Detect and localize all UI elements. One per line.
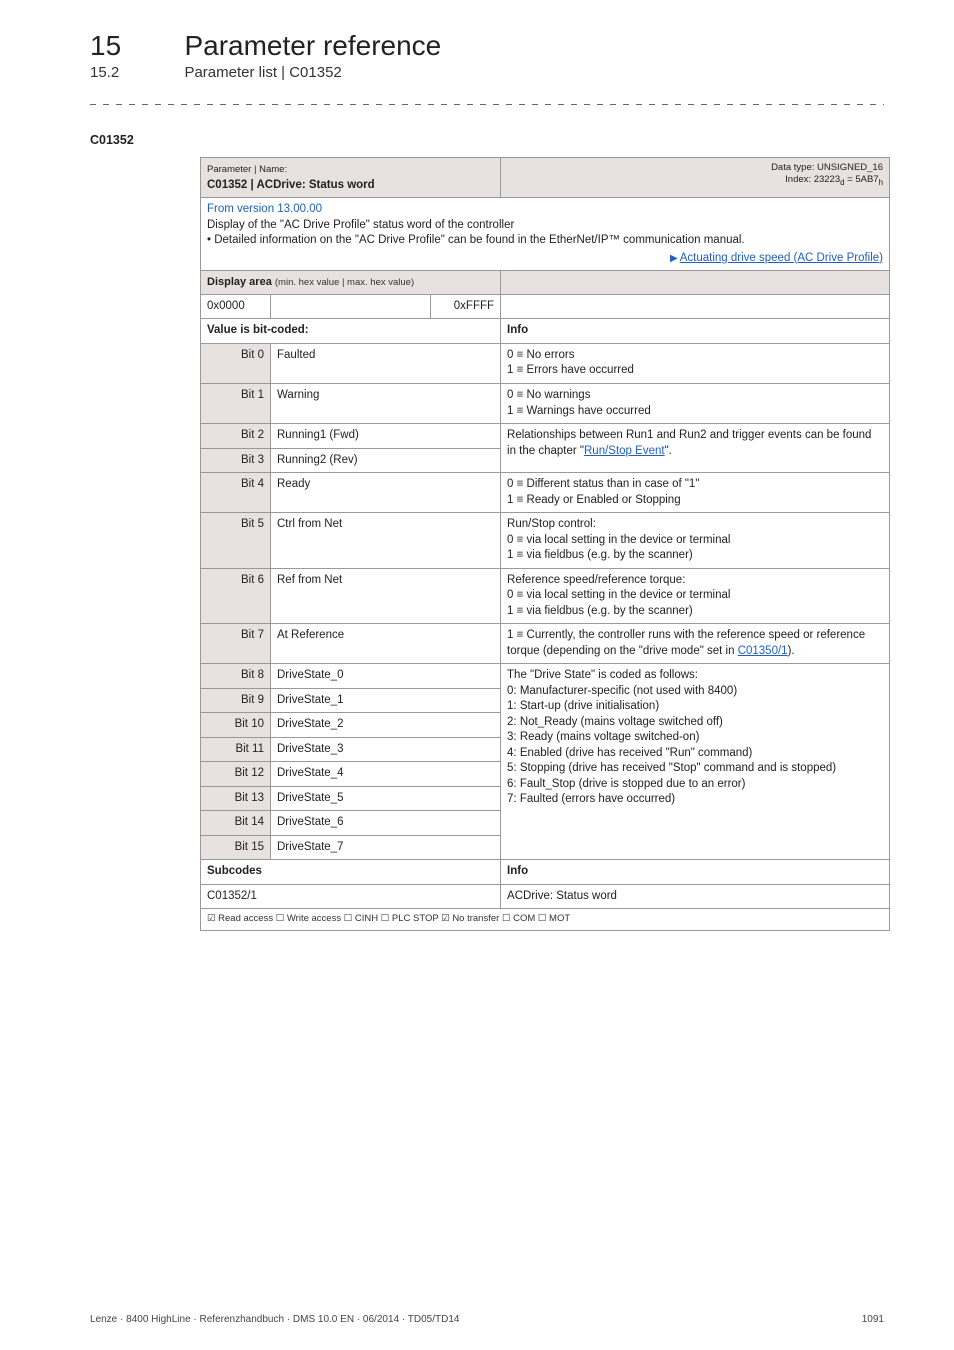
bit-info: 1 ≡ Currently, the controller runs with … (501, 624, 890, 664)
access-flags: ☑ Read access ☐ Write access ☐ CINH ☐ PL… (201, 909, 890, 931)
data-type: Data type: UNSIGNED_16 (771, 162, 883, 173)
bit-number: Bit 11 (201, 737, 271, 762)
bit-number: Bit 7 (201, 624, 271, 664)
display-area-label: Display area (min. hex value | max. hex … (201, 271, 501, 295)
bit-number: Bit 0 (201, 343, 271, 383)
chapter-number: 15 (90, 30, 180, 62)
bit-row: Bit 6 Ref from Net Reference speed/refer… (201, 568, 890, 624)
drive-state-info: The "Drive State" is coded as follows: 0… (501, 664, 890, 860)
subcodes-info-label: Info (501, 860, 890, 885)
bit-row: Bit 4 Ready 0 ≡ Different status than in… (201, 473, 890, 513)
subcodes-label: Subcodes (201, 860, 501, 885)
subcode-id: C01352/1 (201, 884, 501, 909)
page-footer: Lenze · 8400 HighLine · Referenzhandbuch… (90, 1314, 884, 1325)
bit-name: DriveState_2 (271, 713, 501, 738)
section-number: 15.2 (90, 64, 180, 81)
bit-info: 0 ≡ No errors 1 ≡ Errors have occurred (501, 343, 890, 383)
index-value: Index: 23223d = 5AB7h (785, 174, 883, 185)
bit-info: Reference speed/reference torque: 0 ≡ vi… (501, 568, 890, 624)
display-area-values: 0x0000 0xFFFF (201, 294, 890, 319)
bit-info: 0 ≡ Different status than in case of "1"… (501, 473, 890, 513)
description-cell: From version 13.00.00 Display of the "AC… (201, 198, 890, 271)
desc-bullet: • Detailed information on the "AC Drive … (207, 234, 745, 246)
run-stop-event-link[interactable]: Run/Stop Event (584, 445, 665, 457)
bit-row: Bit 8 DriveState_0 The "Drive State" is … (201, 664, 890, 689)
from-version-link[interactable]: From version 13.00.00 (207, 203, 322, 215)
access-row: ☑ Read access ☐ Write access ☐ CINH ☐ PL… (201, 909, 890, 931)
display-area-empty (501, 271, 890, 295)
bit-info: Relationships between Run1 and Run2 and … (501, 424, 890, 473)
bit-info: 0 ≡ No warnings 1 ≡ Warnings have occurr… (501, 384, 890, 424)
bit-info: Run/Stop control: 0 ≡ via local setting … (501, 513, 890, 569)
bit-name: Ctrl from Net (271, 513, 501, 569)
bit-name: DriveState_0 (271, 664, 501, 689)
bit-number: Bit 2 (201, 424, 271, 449)
bit-name: Running1 (Fwd) (271, 424, 501, 449)
param-name: C01352 | ACDrive: Status word (207, 179, 375, 191)
bit-number: Bit 4 (201, 473, 271, 513)
parameter-table-wrap: Parameter | Name: C01352 | ACDrive: Stat… (200, 157, 890, 931)
display-area-header: Display area (min. hex value | max. hex … (201, 271, 890, 295)
table-title-row: Parameter | Name: C01352 | ACDrive: Stat… (201, 158, 890, 198)
bit-row: Bit 1 Warning 0 ≡ No warnings 1 ≡ Warnin… (201, 384, 890, 424)
bit-number: Bit 12 (201, 762, 271, 787)
subcodes-header: Subcodes Info (201, 860, 890, 885)
page: 15 Parameter reference 15.2 Parameter li… (0, 0, 954, 1350)
bit-number: Bit 14 (201, 811, 271, 836)
bit-name: Warning (271, 384, 501, 424)
bit-name: DriveState_6 (271, 811, 501, 836)
description-row: From version 13.00.00 Display of the "AC… (201, 198, 890, 271)
divider (90, 104, 884, 105)
bit-row: Bit 5 Ctrl from Net Run/Stop control: 0 … (201, 513, 890, 569)
bit-header-left: Value is bit-coded: (201, 319, 501, 344)
bit-name: Ready (271, 473, 501, 513)
bit-row: Bit 7 At Reference 1 ≡ Currently, the co… (201, 624, 890, 664)
bit-number: Bit 3 (201, 448, 271, 473)
desc-line-1: Display of the "AC Drive Profile" status… (207, 219, 514, 231)
bit-name: Running2 (Rev) (271, 448, 501, 473)
bit-row: Bit 2 Running1 (Fwd) Relationships betwe… (201, 424, 890, 449)
bit-name: DriveState_4 (271, 762, 501, 787)
param-name-label: Parameter | Name: (207, 164, 287, 175)
hex-max: 0xFFFF (431, 294, 501, 319)
bit-row: Bit 0 Faulted 0 ≡ No errors 1 ≡ Errors h… (201, 343, 890, 383)
chapter-title: Parameter reference (184, 30, 441, 62)
bit-name: DriveState_1 (271, 688, 501, 713)
bit-name: At Reference (271, 624, 501, 664)
ac-drive-profile-link[interactable]: Actuating drive speed (AC Drive Profile) (680, 252, 883, 264)
bit-number: Bit 1 (201, 384, 271, 424)
bit-name: DriveState_5 (271, 786, 501, 811)
bit-number: Bit 10 (201, 713, 271, 738)
footer-left: Lenze · 8400 HighLine · Referenzhandbuch… (90, 1314, 459, 1325)
section-line: 15.2 Parameter list | C01352 (90, 64, 884, 82)
bit-name: Faulted (271, 343, 501, 383)
footer-page-number: 1091 (862, 1314, 884, 1325)
parameter-id: C01352 (90, 133, 884, 147)
param-name-cell: Parameter | Name: C01352 | ACDrive: Stat… (201, 158, 501, 198)
hex-min: 0x0000 (201, 294, 271, 319)
bit-number: Bit 9 (201, 688, 271, 713)
bit-name: DriveState_3 (271, 737, 501, 762)
param-meta-cell: Data type: UNSIGNED_16 Index: 23223d = 5… (501, 158, 890, 198)
bit-number: Bit 15 (201, 835, 271, 860)
bit-header-right: Info (501, 319, 890, 344)
section-title: Parameter list | C01352 (184, 64, 341, 81)
hex-mid (271, 294, 431, 319)
bit-number: Bit 6 (201, 568, 271, 624)
bit-name: DriveState_7 (271, 835, 501, 860)
chapter-line: 15 Parameter reference (90, 30, 884, 62)
bit-number: Bit 8 (201, 664, 271, 689)
bit-number: Bit 13 (201, 786, 271, 811)
bit-number: Bit 5 (201, 513, 271, 569)
subcode-desc: ACDrive: Status word (501, 884, 890, 909)
arrow-icon: ▶ (670, 253, 678, 264)
parameter-table: Parameter | Name: C01352 | ACDrive: Stat… (200, 157, 890, 931)
hex-info (501, 294, 890, 319)
bit-name: Ref from Net (271, 568, 501, 624)
bit-header-row: Value is bit-coded: Info (201, 319, 890, 344)
c01350-link[interactable]: C01350/1 (738, 645, 788, 657)
subcode-row: C01352/1 ACDrive: Status word (201, 884, 890, 909)
